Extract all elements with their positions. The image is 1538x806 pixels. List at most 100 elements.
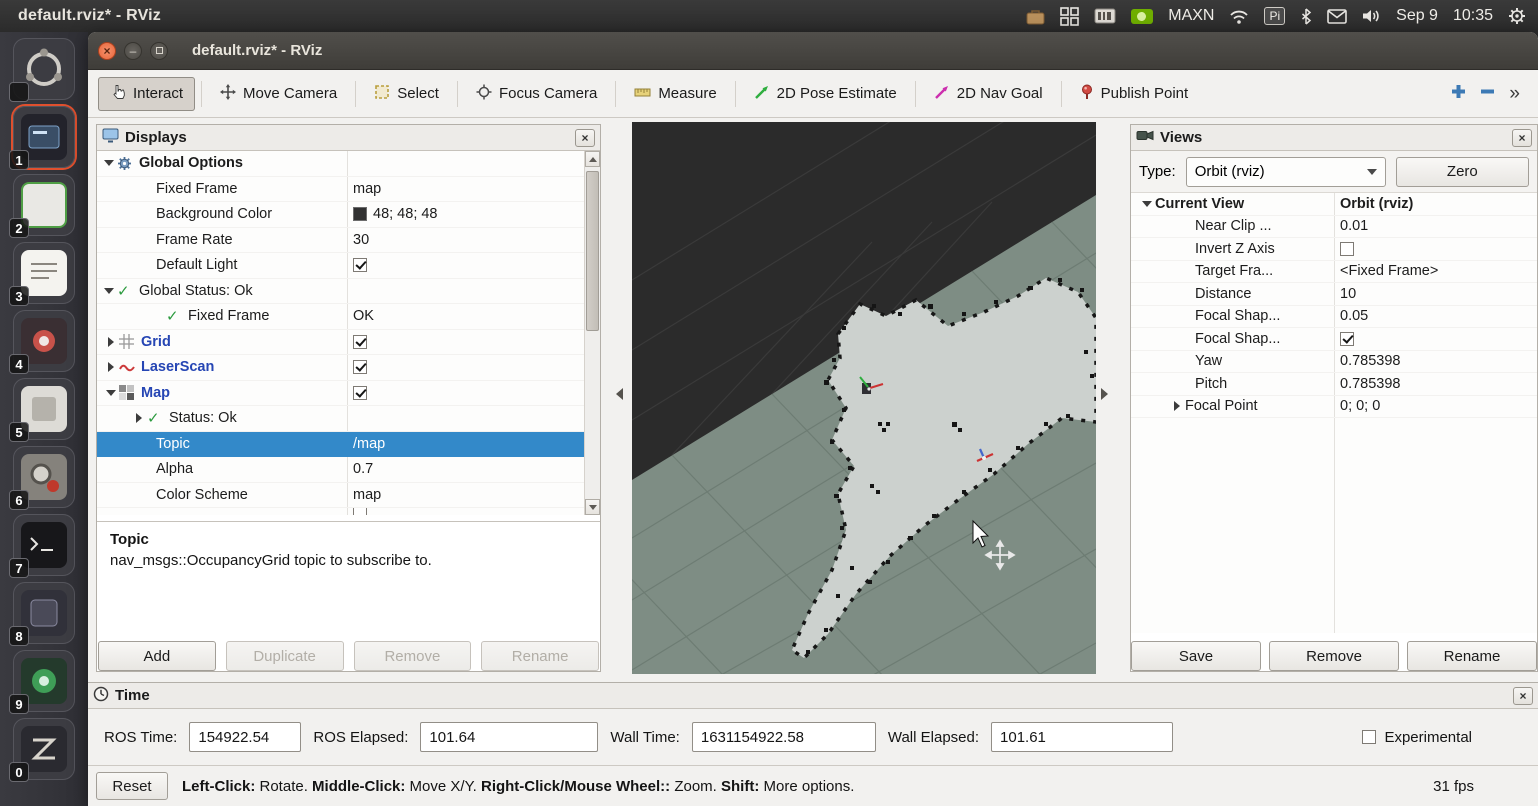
default-light-checkbox[interactable] (353, 258, 367, 273)
panel-collapse-right-icon[interactable] (1101, 388, 1108, 400)
tool-select[interactable]: Select (362, 77, 451, 111)
ros-elapsed-field[interactable] (420, 722, 599, 752)
launcher-item-7[interactable]: 7 (9, 514, 75, 578)
views-rename-button[interactable]: Rename (1407, 641, 1537, 671)
tree-row[interactable]: Focal Shap... 0.05 (1131, 306, 1537, 328)
launcher-item-5[interactable]: 5 (9, 378, 75, 442)
tool-measure[interactable]: Measure (622, 78, 728, 110)
window-titlebar[interactable]: × – default.rviz* - RViz (88, 32, 1538, 70)
wall-elapsed-field[interactable] (991, 722, 1174, 752)
tree-row[interactable]: LaserScan (97, 355, 584, 381)
keyboard-indicator-icon[interactable] (1094, 8, 1116, 24)
tool-2d-pose-estimate[interactable]: 2D Pose Estimate (742, 77, 909, 111)
wifi-icon[interactable] (1229, 9, 1249, 24)
launcher-item-0[interactable]: 0 (9, 718, 75, 782)
workspaces-icon[interactable] (1060, 6, 1080, 26)
expander-icon[interactable] (103, 389, 119, 396)
briefcase-icon[interactable] (1026, 8, 1045, 25)
duplicate-button[interactable]: Duplicate (225, 641, 344, 671)
tree-row[interactable]: Pitch 0.785398 (1131, 373, 1537, 396)
clock-time[interactable]: 10:35 (1453, 7, 1493, 25)
3d-viewport[interactable] (632, 122, 1098, 674)
experimental-checkbox[interactable] (1362, 730, 1377, 744)
laserscan-checkbox[interactable] (353, 360, 367, 375)
views-panel-header[interactable]: Views × (1131, 125, 1537, 151)
launcher-item-8[interactable]: 8 (9, 582, 75, 646)
tree-row[interactable]: Current View Orbit (rviz) (1131, 193, 1537, 216)
minimize-button[interactable]: – (124, 41, 142, 60)
expander-icon[interactable] (101, 160, 117, 167)
scrollbar-thumb[interactable] (586, 171, 599, 331)
displays-close-icon[interactable]: × (575, 128, 595, 147)
settings-gear-icon[interactable] (1508, 7, 1526, 25)
tree-row-topic-selected[interactable]: Topic /map (97, 431, 584, 457)
volume-icon[interactable] (1362, 8, 1381, 24)
tree-row[interactable]: Alpha 0.7 (97, 457, 584, 483)
expander-icon[interactable] (103, 362, 119, 373)
expander-icon[interactable] (103, 336, 119, 347)
tree-row[interactable]: Grid (97, 330, 584, 355)
scrollbar-down-icon[interactable] (585, 499, 600, 515)
tree-row[interactable]: Near Clip ... 0.01 (1131, 216, 1537, 238)
tool-interact[interactable]: Interact (98, 76, 196, 111)
add-tool-button[interactable] (1451, 84, 1466, 104)
clock-date[interactable]: Sep 9 (1396, 7, 1438, 25)
remove-tool-button[interactable] (1480, 84, 1495, 104)
reset-button[interactable]: Reset (96, 772, 168, 800)
partial-checkbox[interactable] (353, 508, 367, 515)
launcher-item-2[interactable]: 2 (9, 174, 75, 238)
tree-row[interactable]: Focal Point 0; 0; 0 (1131, 396, 1537, 418)
maxn-indicator[interactable]: MAXN (1168, 7, 1214, 25)
pi-indicator[interactable]: Pi (1264, 6, 1286, 26)
grid-checkbox[interactable] (353, 334, 367, 349)
tree-row-partial[interactable] (97, 508, 584, 515)
time-panel-header[interactable]: Time × (88, 683, 1538, 709)
launcher-item-1[interactable]: 1 (9, 106, 75, 170)
expander-icon[interactable] (1169, 401, 1185, 412)
expander-icon[interactable] (101, 287, 117, 294)
save-button[interactable]: Save (1131, 641, 1261, 671)
zero-button[interactable]: Zero (1395, 156, 1529, 187)
rename-button[interactable]: Rename (481, 641, 599, 671)
tool-focus-camera[interactable]: Focus Camera (464, 77, 609, 111)
mail-icon[interactable] (1327, 8, 1347, 24)
tree-row[interactable]: Focal Shap... (1131, 328, 1537, 351)
tool-move-camera[interactable]: Move Camera (208, 77, 349, 111)
ros-time-field[interactable] (189, 722, 302, 752)
invert-z-checkbox[interactable] (1340, 241, 1354, 256)
launcher-item-ubuntu[interactable] (9, 38, 75, 102)
close-button[interactable]: × (98, 41, 116, 60)
color-swatch[interactable] (353, 207, 367, 222)
scrollbar-up-icon[interactable] (585, 151, 600, 167)
tree-row[interactable]: Fixed Frame map (97, 177, 584, 202)
displays-scrollbar[interactable] (584, 151, 600, 515)
tree-row[interactable]: Background Color 48; 48; 48 (97, 202, 584, 228)
maximize-button[interactable] (150, 41, 168, 60)
wall-time-field[interactable] (691, 722, 876, 752)
launcher-item-9[interactable]: 9 (9, 650, 75, 714)
tree-row[interactable]: Distance 10 (1131, 283, 1537, 306)
toolbar-overflow-button[interactable]: » (1509, 83, 1520, 105)
views-remove-button[interactable]: Remove (1269, 641, 1399, 671)
tree-row[interactable]: Target Fra... <Fixed Frame> (1131, 261, 1537, 283)
tree-row[interactable]: Invert Z Axis (1131, 238, 1537, 261)
tree-row[interactable]: ✓ Fixed Frame OK (97, 304, 584, 330)
tree-row[interactable]: Global Options (97, 151, 584, 177)
views-close-icon[interactable]: × (1512, 128, 1532, 147)
focal-shape-checkbox[interactable] (1340, 331, 1354, 346)
launcher-item-6[interactable]: 6 (9, 446, 75, 510)
time-close-icon[interactable]: × (1513, 686, 1533, 705)
remove-button[interactable]: Remove (353, 641, 472, 671)
tree-row[interactable]: ✓ Global Status: Ok (97, 279, 584, 304)
map-checkbox[interactable] (353, 385, 367, 400)
tree-row[interactable]: Frame Rate 30 (97, 228, 584, 253)
tree-row[interactable]: Map (97, 381, 584, 406)
expander-icon[interactable] (131, 413, 147, 424)
tree-row[interactable]: Yaw 0.785398 (1131, 351, 1537, 373)
add-button[interactable]: Add (98, 641, 216, 671)
tree-row[interactable]: ✓ Status: Ok (97, 406, 584, 432)
launcher-item-4[interactable]: 4 (9, 310, 75, 374)
bluetooth-icon[interactable] (1300, 7, 1312, 25)
expander-icon[interactable] (1139, 200, 1155, 207)
panel-collapse-left-icon[interactable] (616, 388, 623, 400)
